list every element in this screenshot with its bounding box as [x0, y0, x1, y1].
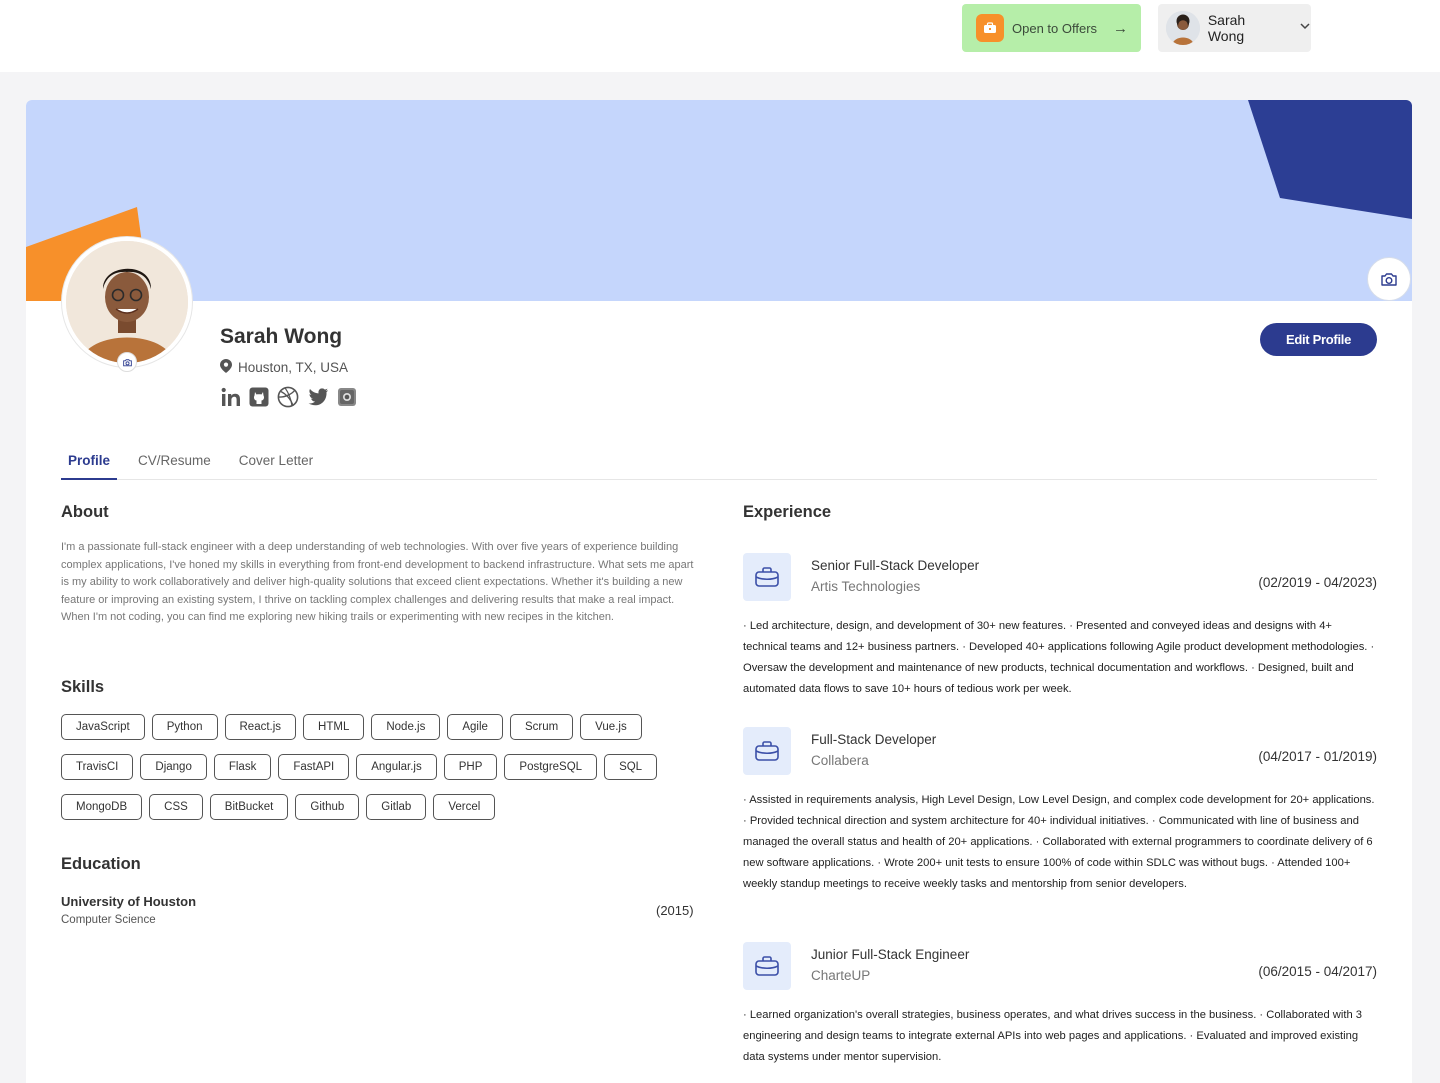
- experience-dates: (02/2019 - 04/2023): [1258, 575, 1377, 590]
- education-year: (2015): [656, 903, 694, 918]
- skill-tag: Node.js: [371, 714, 441, 740]
- about-text: I'm a passionate full-stack engineer wit…: [61, 541, 694, 624]
- experience-title: Full-Stack Developer: [811, 732, 937, 747]
- linkedin-icon[interactable]: [221, 387, 241, 407]
- skill-tag: PostgreSQL: [504, 754, 598, 780]
- skills-row: TravisCI Django Flask FastAPI Angular.js…: [61, 754, 701, 780]
- skill-tag: JavaScript: [61, 714, 145, 740]
- dribbble-icon[interactable]: [277, 386, 299, 408]
- education-school: University of Houston: [61, 894, 197, 909]
- experience-title: Junior Full-Stack Engineer: [811, 947, 970, 962]
- location-text: Houston, TX, USA: [238, 360, 349, 375]
- skill-tag: PHP: [443, 754, 498, 780]
- user-menu-button[interactable]: Sarah Wong: [1158, 4, 1311, 52]
- skills-row: JavaScript Python React.js HTML Node.js …: [61, 714, 701, 740]
- experience-title: Senior Full-Stack Developer: [811, 558, 980, 573]
- github-icon[interactable]: [249, 387, 269, 407]
- skills-heading: Skills: [61, 678, 105, 696]
- education-field: Computer Science: [61, 914, 156, 926]
- skill-tag: CSS: [149, 794, 203, 820]
- tab-cv-resume[interactable]: CV/Resume: [131, 449, 218, 480]
- skill-tag: SQL: [604, 754, 658, 780]
- arrow-right-icon: →: [1113, 19, 1129, 37]
- about-heading: About: [61, 503, 109, 521]
- open-to-offers-button[interactable]: Open to Offers →: [962, 4, 1141, 52]
- chevron-down-icon: [1299, 19, 1311, 37]
- skill-tag: Vercel: [433, 794, 496, 820]
- profile-avatar: [62, 237, 192, 372]
- skill-tag: BitBucket: [209, 794, 289, 820]
- skill-tag: FastAPI: [278, 754, 350, 780]
- skill-tag: Vue.js: [580, 714, 642, 740]
- skill-tag: Angular.js: [356, 754, 437, 780]
- experience-dates: (06/2015 - 04/2017): [1258, 964, 1377, 979]
- skill-tag: Django: [140, 754, 207, 780]
- profile-location: Houston, TX, USA: [220, 359, 348, 376]
- profile-card: Sarah Wong Houston, TX, USA Edit Profile…: [26, 100, 1412, 1083]
- experience-company: Artis Technologies: [811, 579, 921, 594]
- briefcase-icon: [743, 942, 791, 990]
- experience-description: · Assisted in requirements analysis, Hig…: [743, 794, 1375, 890]
- skill-tag: Github: [295, 794, 360, 820]
- experience-description: · Led architecture, design, and developm…: [743, 620, 1375, 695]
- skill-tag: React.js: [224, 714, 297, 740]
- profile-tabs: Profile CV/Resume Cover Letter: [61, 449, 1377, 480]
- profile-photo: [66, 241, 188, 363]
- skill-tag: MongoDB: [61, 794, 143, 820]
- skill-tag: Gitlab: [366, 794, 427, 820]
- profile-name: Sarah Wong: [220, 325, 343, 348]
- open-to-offers-label: Open to Offers: [1012, 20, 1098, 36]
- user-name: Sarah Wong: [1207, 12, 1246, 44]
- cover-decoration: [26, 100, 1412, 301]
- education-heading: Education: [61, 855, 141, 873]
- skill-tag: Scrum: [509, 714, 574, 740]
- tab-cover-letter[interactable]: Cover Letter: [232, 449, 320, 480]
- experience-description: · Learned organization's overall strateg…: [743, 1009, 1363, 1063]
- experience-heading: Experience: [743, 503, 832, 521]
- experience-company: CharteUP: [811, 968, 871, 983]
- briefcase-icon: [743, 727, 791, 775]
- skill-tag: TravisCI: [61, 754, 134, 780]
- skills-list: JavaScript Python React.js HTML Node.js …: [61, 714, 701, 834]
- instagram-icon[interactable]: [337, 387, 357, 407]
- skill-tag: Python: [151, 714, 218, 740]
- skill-tag: Agile: [447, 714, 503, 740]
- tab-profile[interactable]: Profile: [61, 449, 118, 480]
- skill-tag: Flask: [213, 754, 272, 780]
- top-bar: Open to Offers → Sarah Wong: [0, 0, 1440, 72]
- edit-profile-button[interactable]: Edit Profile: [1260, 323, 1377, 356]
- skills-row: MongoDB CSS BitBucket Github Gitlab Verc…: [61, 794, 701, 820]
- change-cover-camera-icon[interactable]: [1367, 257, 1411, 301]
- avatar: [1166, 11, 1200, 45]
- briefcase-icon: [976, 14, 1004, 42]
- skill-tag: HTML: [303, 714, 365, 740]
- experience-company: Collabera: [811, 753, 869, 768]
- change-photo-camera-icon[interactable]: [117, 352, 137, 372]
- experience-dates: (04/2017 - 01/2019): [1258, 749, 1377, 764]
- location-pin-icon: [220, 359, 232, 376]
- twitter-icon[interactable]: [307, 387, 329, 407]
- cover-banner: [26, 100, 1412, 301]
- briefcase-icon: [743, 553, 791, 601]
- social-links: [221, 386, 357, 408]
